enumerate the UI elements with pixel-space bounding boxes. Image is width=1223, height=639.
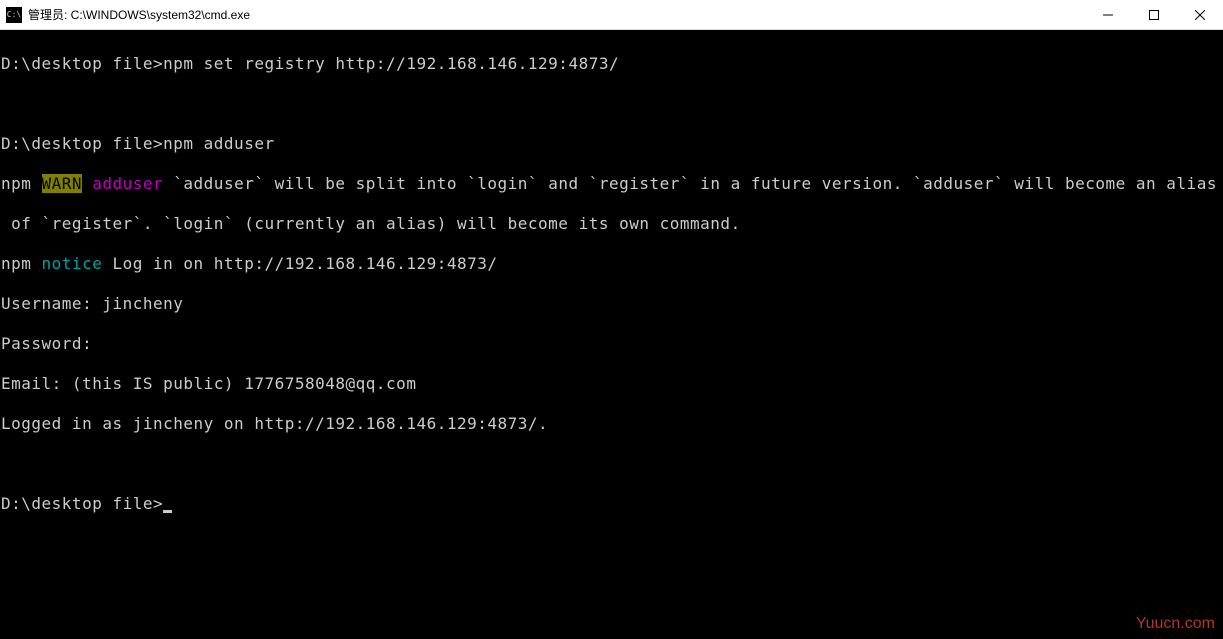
warn-module: adduser (92, 174, 163, 193)
spacer (82, 174, 92, 193)
maximize-button[interactable] (1131, 0, 1177, 29)
window-controls (1085, 0, 1223, 29)
cmd-icon: C:\ (6, 7, 22, 23)
terminal-line: Password: (1, 334, 1222, 354)
terminal-line: D:\desktop file>npm adduser (1, 134, 1222, 154)
terminal-output[interactable]: D:\desktop file>npm set registry http://… (0, 30, 1223, 538)
terminal-line: D:\desktop file>npm set registry http://… (1, 54, 1222, 74)
terminal-blank (1, 94, 1222, 114)
prompt: D:\desktop file> (1, 134, 163, 153)
notice-message: Log in on http://192.168.146.129:4873/ (102, 254, 497, 273)
npm-text: npm (1, 174, 42, 193)
warn-message: of `register`. `login` (currently an ali… (1, 214, 741, 233)
terminal-line: D:\desktop file> (1, 494, 1222, 514)
notice-tag: notice (42, 254, 103, 273)
npm-text: npm (1, 254, 42, 273)
window-title: 管理员: C:\WINDOWS\system32\cmd.exe (28, 6, 250, 23)
window-titlebar: C:\ 管理员: C:\WINDOWS\system32\cmd.exe (0, 0, 1223, 30)
titlebar-left: C:\ 管理员: C:\WINDOWS\system32\cmd.exe (0, 6, 250, 23)
terminal-line: of `register`. `login` (currently an ali… (1, 214, 1222, 234)
warn-badge: WARN (42, 174, 83, 193)
terminal-line: Email: (this IS public) 1776758048@qq.co… (1, 374, 1222, 394)
watermark: Yuucn.com (1136, 615, 1215, 633)
terminal-line: npm notice Log in on http://192.168.146.… (1, 254, 1222, 274)
cursor (163, 510, 172, 513)
close-button[interactable] (1177, 0, 1223, 29)
minimize-button[interactable] (1085, 0, 1131, 29)
prompt: D:\desktop file> (1, 54, 163, 73)
terminal-blank (1, 454, 1222, 474)
warn-message: `adduser` will be split into `login` and… (163, 174, 1217, 193)
terminal-line: Logged in as jincheny on http://192.168.… (1, 414, 1222, 434)
prompt: D:\desktop file> (1, 494, 163, 513)
terminal-line: npm WARN adduser `adduser` will be split… (1, 174, 1222, 194)
command-text: npm set registry http://192.168.146.129:… (163, 54, 619, 73)
terminal-line: Username: jincheny (1, 294, 1222, 314)
command-text: npm adduser (163, 134, 274, 153)
